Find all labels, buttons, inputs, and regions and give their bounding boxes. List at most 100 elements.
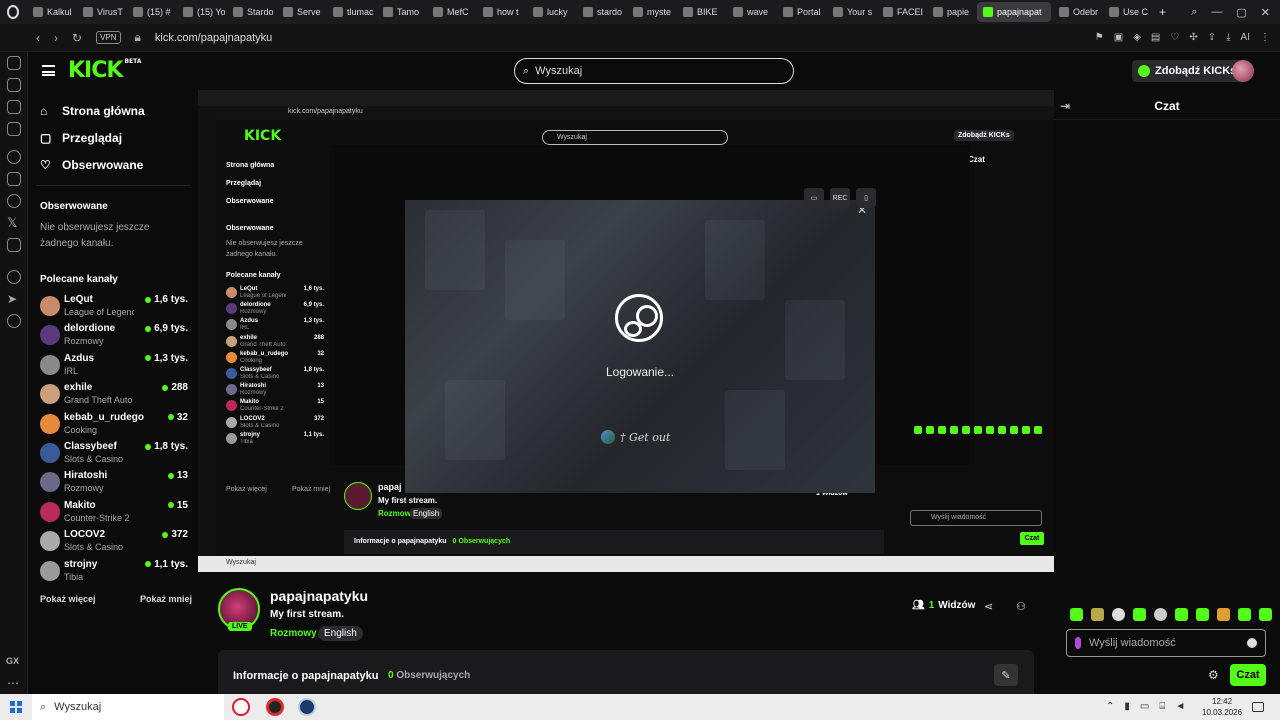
- channel-item[interactable]: exhileGrand Theft Auto V (G... 288: [40, 382, 188, 410]
- app-icon[interactable]: [266, 698, 284, 716]
- nav-item-browse[interactable]: ▢ Przeglądaj: [40, 131, 122, 145]
- get-kicks-button[interactable]: Zdobądź KICKs: [1132, 60, 1243, 82]
- sidebar-discord-icon[interactable]: [7, 238, 21, 252]
- browser-tab[interactable]: myste: [627, 2, 675, 22]
- url-field[interactable]: kick.com/papajnapatyku: [155, 32, 272, 44]
- streamer-name[interactable]: papajnapatyku: [270, 588, 368, 604]
- minimize-icon[interactable]: —: [1211, 6, 1222, 19]
- emote-icon[interactable]: [1196, 608, 1209, 621]
- notification-icon[interactable]: [1252, 702, 1264, 712]
- search-tabs-icon[interactable]: ⌕: [1191, 6, 1197, 19]
- reload-icon[interactable]: ↻: [72, 31, 82, 45]
- channel-item[interactable]: delordione Rozmowy 6,9 tys.: [40, 323, 188, 351]
- emote-icon[interactable]: [1259, 608, 1272, 621]
- tray-network-icon[interactable]: ⌸: [1159, 701, 1165, 712]
- browser-tab[interactable]: lucky: [527, 2, 575, 22]
- taskbar-search[interactable]: ⌕ Wyszukaj: [32, 694, 224, 720]
- browser-tab[interactable]: Odebr: [1053, 2, 1101, 22]
- browser-tab[interactable]: Portal: [777, 2, 825, 22]
- sidebar-aria-icon[interactable]: [7, 100, 21, 114]
- sidebar-messenger-icon[interactable]: [7, 56, 21, 70]
- follow-user-icon[interactable]: ⚇: [1016, 600, 1026, 613]
- browser-tab[interactable]: Stardo: [227, 2, 275, 22]
- stream-category[interactable]: Rozmowy: [270, 628, 317, 639]
- show-less-link[interactable]: Pokaż mniej: [140, 594, 192, 604]
- browser-tab[interactable]: stardo: [577, 2, 625, 22]
- tray-battery-icon[interactable]: ▭: [1140, 701, 1149, 712]
- back-icon[interactable]: ‹: [36, 31, 40, 45]
- vpn-badge[interactable]: VPN: [96, 31, 121, 44]
- windows-start-icon[interactable]: [10, 701, 22, 713]
- download-icon[interactable]: ⤓: [1226, 32, 1230, 43]
- browser-tab[interactable]: Your s: [827, 2, 875, 22]
- tray-volume-icon[interactable]: ◄: [1175, 701, 1185, 712]
- emote-icon[interactable]: [1112, 608, 1125, 621]
- sidebar-send-icon[interactable]: ➤: [7, 292, 21, 306]
- emoji-icon[interactable]: [1247, 638, 1257, 648]
- bookmark-icon[interactable]: ⚑: [1095, 32, 1104, 43]
- channel-item[interactable]: Classybeef Slots & Casino 1,8 tys.: [40, 441, 188, 469]
- chat-message-input[interactable]: Wyślij wiadomość: [1066, 629, 1266, 657]
- browser-tab[interactable]: (15) #: [127, 2, 175, 22]
- nav-item-home[interactable]: ⌂ Strona główna: [40, 104, 145, 118]
- browser-tab[interactable]: VirusT: [77, 2, 125, 22]
- taskbar-clock[interactable]: 12:42 10.03.2026: [1202, 696, 1242, 718]
- browser-tab[interactable]: how t: [477, 2, 525, 22]
- easy-files-icon[interactable]: ⇪: [1208, 32, 1216, 43]
- extensions-icon[interactable]: ✣: [1189, 32, 1197, 43]
- browser-tab[interactable]: tlumac: [327, 2, 375, 22]
- search-input[interactable]: ⌕ Wyszukaj: [514, 58, 794, 84]
- shield-icon[interactable]: ◈: [1133, 32, 1141, 43]
- emote-icon[interactable]: [1091, 608, 1104, 621]
- sidebar-gx-icon[interactable]: GX: [6, 656, 19, 666]
- forward-icon[interactable]: ›: [54, 31, 58, 45]
- user-avatar[interactable]: [1232, 60, 1254, 82]
- tray-expand-icon[interactable]: ⌃: [1106, 701, 1114, 712]
- emote-icon[interactable]: [1070, 608, 1083, 621]
- hamburger-menu-icon[interactable]: [42, 65, 55, 76]
- close-window-icon[interactable]: ✕: [1261, 6, 1270, 19]
- capture-screen-icon[interactable]: ▭: [804, 188, 824, 208]
- sidebar-clock-icon[interactable]: [7, 314, 21, 328]
- language-tag[interactable]: English: [318, 626, 363, 641]
- opera-gx-app-icon[interactable]: [232, 698, 250, 716]
- browser-tab[interactable]: wave: [727, 2, 775, 22]
- capture-rec-icon[interactable]: REC: [830, 188, 850, 208]
- channel-item[interactable]: LeQut League of Legends 1,6 tys.: [40, 294, 188, 322]
- chat-send-button[interactable]: Czat: [1230, 664, 1266, 686]
- sidebar-history-icon[interactable]: [7, 78, 21, 92]
- browser-tab[interactable]: FACEI: [877, 2, 925, 22]
- wallet-icon[interactable]: ▤: [1151, 32, 1160, 43]
- show-more-link[interactable]: Pokaż więcej: [40, 594, 96, 604]
- browser-tab[interactable]: BIKE: [677, 2, 725, 22]
- video-player[interactable]: kick.com/papajnapatyku KICK Wyszukaj Zdo…: [198, 90, 1054, 572]
- maximize-icon[interactable]: ▢: [1236, 6, 1246, 19]
- steam-app-icon[interactable]: [298, 698, 316, 716]
- channel-item[interactable]: kebab_u_rudego Cooking 32: [40, 412, 188, 440]
- channel-item[interactable]: Makito Counter-Strike 2 15: [40, 500, 188, 528]
- browser-tab[interactable]: Use C: [1103, 2, 1151, 22]
- sidebar-whatsapp-icon[interactable]: [7, 194, 21, 208]
- channel-item[interactable]: strojny Tibia 1,1 tys.: [40, 559, 188, 587]
- heart-icon[interactable]: ♡: [1170, 32, 1179, 43]
- browser-tab[interactable]: Tamo: [377, 2, 425, 22]
- channel-item[interactable]: Hiratoshi Rozmowy 13: [40, 470, 188, 498]
- share-icon[interactable]: ⋖: [984, 600, 993, 613]
- browser-tab[interactable]: Kalkul: [27, 2, 75, 22]
- ai-icon[interactable]: AI: [1241, 32, 1250, 43]
- menu-icon[interactable]: ⋮: [1260, 32, 1270, 43]
- emote-icon[interactable]: [1217, 608, 1230, 621]
- sidebar-twitch-icon[interactable]: [7, 172, 21, 186]
- channel-item[interactable]: Azdus IRL 1,3 tys.: [40, 353, 188, 381]
- emote-icon[interactable]: [1238, 608, 1251, 621]
- tray-usb-icon[interactable]: ▮: [1124, 701, 1130, 712]
- channel-item[interactable]: LOCOV2 Slots & Casino 372: [40, 529, 188, 557]
- browser-tab[interactable]: MefC: [427, 2, 475, 22]
- emote-icon[interactable]: [1175, 608, 1188, 621]
- sidebar-speed-dial-icon[interactable]: [7, 150, 21, 164]
- chat-settings-icon[interactable]: ⚙: [1208, 668, 1219, 682]
- browser-tab[interactable]: (15) Yo: [177, 2, 225, 22]
- snapshot-icon[interactable]: ▣: [1114, 32, 1123, 43]
- browser-tab[interactable]: papajnapat: [977, 2, 1051, 22]
- opera-menu-icon[interactable]: [0, 0, 26, 24]
